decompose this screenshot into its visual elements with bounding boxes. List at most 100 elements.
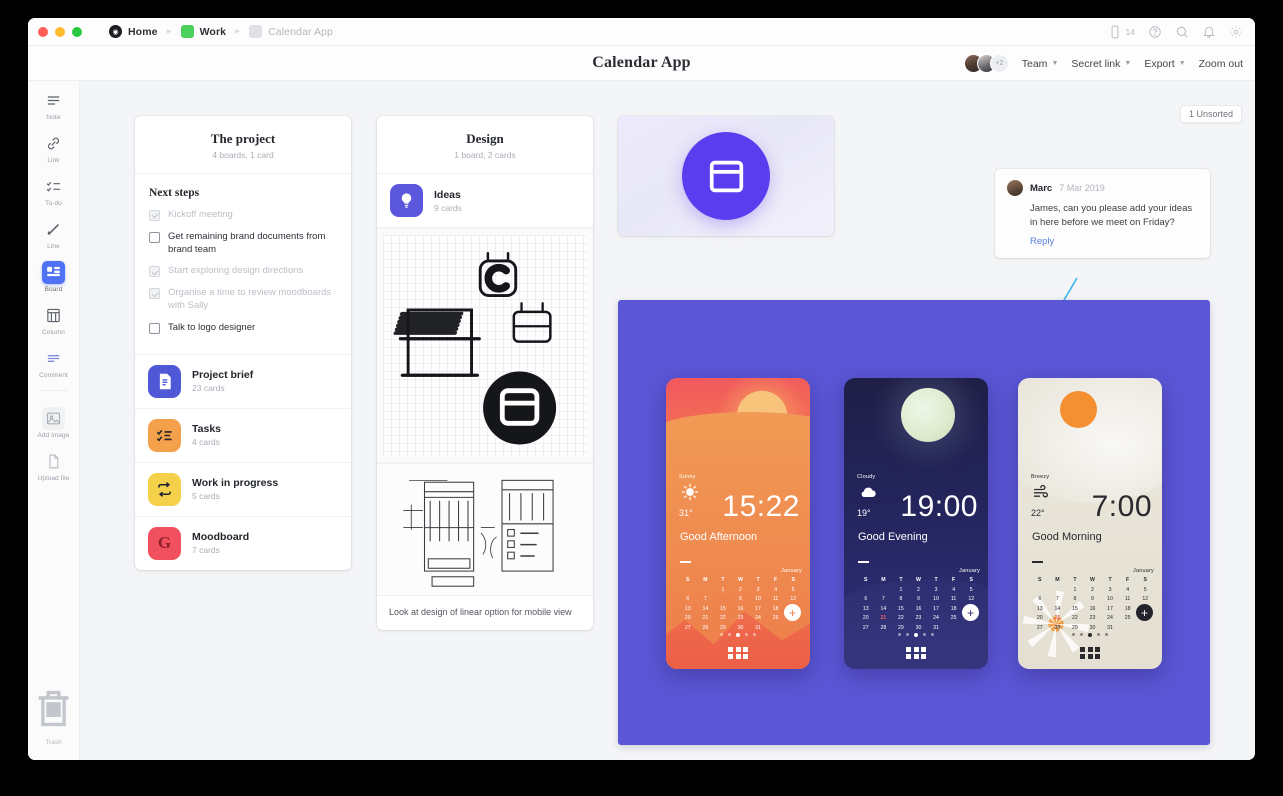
- calendar-day[interactable]: 8: [1066, 596, 1084, 604]
- calendar-day[interactable]: 17: [1101, 606, 1119, 614]
- unsorted-badge[interactable]: 1 Unsorted: [1179, 105, 1242, 123]
- calendar-day[interactable]: 15: [714, 606, 732, 614]
- gear-icon[interactable]: [1229, 25, 1243, 39]
- calendar-day[interactable]: 18: [945, 606, 963, 614]
- calendar-day[interactable]: 9: [732, 596, 750, 604]
- calendar-day[interactable]: 14: [697, 606, 715, 614]
- tool-board[interactable]: Board: [28, 253, 79, 296]
- calendar-day[interactable]: 18: [1119, 606, 1137, 614]
- calendar-day[interactable]: 31: [927, 625, 945, 633]
- calendar-day[interactable]: 25: [945, 615, 963, 623]
- comment-card[interactable]: Marc 7 Mar 2019 James, can you please ad…: [995, 169, 1210, 258]
- calendar-day[interactable]: 31: [749, 625, 767, 633]
- image-card-app-icon[interactable]: [618, 116, 834, 236]
- calendar-day[interactable]: 2: [1084, 587, 1102, 595]
- calendar-day[interactable]: 24: [927, 615, 945, 623]
- calendar-day[interactable]: 15: [892, 606, 910, 614]
- calendar-day[interactable]: 11: [1119, 596, 1137, 604]
- sketch-image-calendar-icon-concepts[interactable]: [377, 228, 593, 463]
- calendar-day[interactable]: 7: [875, 596, 893, 604]
- sketch-image-wireframes[interactable]: [377, 463, 593, 596]
- calendar-day[interactable]: 21: [697, 615, 715, 623]
- comment-reply-button[interactable]: Reply: [1030, 236, 1198, 247]
- calendar-day[interactable]: 22: [892, 615, 910, 623]
- calendar-day[interactable]: 5: [1136, 587, 1154, 595]
- calendar-day[interactable]: 17: [749, 606, 767, 614]
- calendar-day[interactable]: 6: [679, 596, 697, 604]
- maximize-window-button[interactable]: [72, 26, 82, 37]
- calendar-day[interactable]: 11: [945, 596, 963, 604]
- avatar-overflow-count[interactable]: +2: [989, 54, 1009, 73]
- device-count[interactable]: 14: [1108, 25, 1135, 39]
- app-grid-button[interactable]: [666, 646, 810, 659]
- calendar-day[interactable]: 10: [927, 596, 945, 604]
- trash-button[interactable]: Trash: [28, 683, 79, 746]
- checkbox-icon[interactable]: [149, 231, 160, 243]
- calendar-day[interactable]: 4: [767, 587, 785, 595]
- calendar-day[interactable]: 13: [1031, 606, 1049, 614]
- calendar-day[interactable]: 21: [875, 615, 893, 623]
- calendar-day[interactable]: 3: [1101, 587, 1119, 595]
- calendar-day[interactable]: 7: [1049, 596, 1067, 604]
- calendar-day[interactable]: 20: [1031, 615, 1049, 623]
- calendar-day[interactable]: 1: [1066, 587, 1084, 595]
- calendar-day[interactable]: 17: [927, 606, 945, 614]
- board-list-item-work-in-progress[interactable]: Work in progress 5 cards: [135, 463, 351, 517]
- calendar-day[interactable]: 27: [857, 625, 875, 633]
- todo-item[interactable]: Kickoff meeting: [149, 209, 337, 222]
- calendar-day[interactable]: 16: [732, 606, 750, 614]
- calendar-day[interactable]: 13: [679, 606, 697, 614]
- calendar-day[interactable]: 20: [679, 615, 697, 623]
- tool-column[interactable]: Column: [28, 296, 79, 339]
- search-icon[interactable]: [1175, 25, 1189, 39]
- secret-link-menu-button[interactable]: Secret link ▼: [1071, 58, 1131, 70]
- breadcrumb-item-calendar-app[interactable]: Calendar App: [240, 25, 342, 38]
- tool-comment[interactable]: Comment: [28, 339, 79, 382]
- calendar-day[interactable]: 21: [1049, 615, 1067, 623]
- calendar-day[interactable]: 6: [1031, 596, 1049, 604]
- calendar-day[interactable]: 12: [962, 596, 980, 604]
- calendar-day[interactable]: 9: [910, 596, 928, 604]
- calendar-day[interactable]: 4: [1119, 587, 1137, 595]
- tool-note[interactable]: Note: [28, 81, 79, 124]
- calendar-day[interactable]: 24: [749, 615, 767, 623]
- tool-link[interactable]: Link: [28, 124, 79, 167]
- calendar-day[interactable]: 2: [910, 587, 928, 595]
- calendar-day[interactable]: 8: [892, 596, 910, 604]
- calendar-day[interactable]: 10: [1101, 596, 1119, 604]
- calendar-day[interactable]: 5: [784, 587, 802, 595]
- calendar-day[interactable]: 22: [714, 615, 732, 623]
- export-menu-button[interactable]: Export ▼: [1144, 58, 1185, 70]
- minimize-window-button[interactable]: [55, 26, 65, 37]
- calendar-day[interactable]: 28: [697, 625, 715, 633]
- calendar-day[interactable]: 6: [857, 596, 875, 604]
- collaborator-avatars[interactable]: +2: [963, 54, 1009, 73]
- calendar-day[interactable]: 14: [1049, 606, 1067, 614]
- todo-item[interactable]: Talk to logo designer: [149, 322, 337, 335]
- help-icon[interactable]: [1148, 25, 1162, 39]
- calendar-day[interactable]: 29: [1066, 625, 1084, 633]
- calendar-day[interactable]: 28: [875, 625, 893, 633]
- calendar-day[interactable]: 3: [927, 587, 945, 595]
- bell-icon[interactable]: [1202, 25, 1216, 39]
- breadcrumb-item-work[interactable]: Work: [172, 25, 235, 38]
- app-grid-button[interactable]: [1018, 646, 1162, 659]
- calendar-day[interactable]: 9: [1084, 596, 1102, 604]
- calendar-day[interactable]: 25: [1119, 615, 1137, 623]
- board-card-design[interactable]: Design 1 board, 2 cards Ideas 9 cards Lo…: [377, 116, 593, 630]
- tool-add-image[interactable]: Add image: [28, 399, 79, 442]
- calendar-day[interactable]: 12: [784, 596, 802, 604]
- app-grid-button[interactable]: [844, 646, 988, 659]
- board-card-the-project[interactable]: The project 4 boards, 1 card Next steps …: [135, 116, 351, 570]
- calendar-day[interactable]: 1: [892, 587, 910, 595]
- tool-upload-file[interactable]: Upload file: [28, 442, 79, 485]
- calendar-day[interactable]: 12: [1136, 596, 1154, 604]
- todo-item[interactable]: Organise a time to review moodboards wit…: [149, 287, 337, 313]
- calendar-day[interactable]: 18: [767, 606, 785, 614]
- todo-item[interactable]: Get remaining brand documents from brand…: [149, 231, 337, 257]
- add-event-button[interactable]: +: [1136, 604, 1153, 621]
- checkbox-icon[interactable]: [149, 322, 160, 334]
- team-menu-button[interactable]: Team ▼: [1022, 58, 1059, 70]
- calendar-day[interactable]: 20: [857, 615, 875, 623]
- calendar-day[interactable]: 27: [679, 625, 697, 633]
